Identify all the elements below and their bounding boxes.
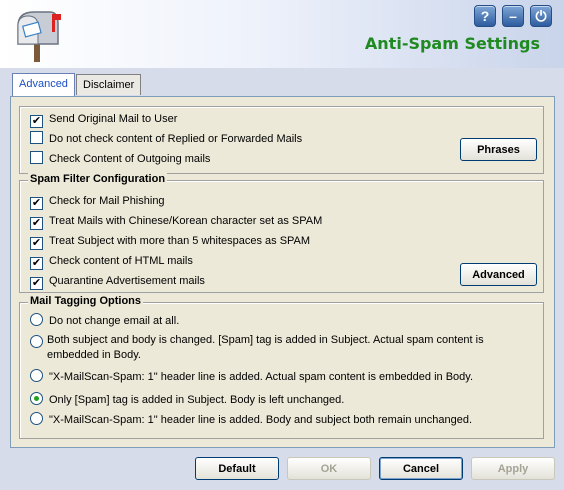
checkbox-box[interactable]: ✔ <box>30 237 43 250</box>
no-check-replied-checkbox[interactable]: Do not check content of Replied or Forwa… <box>30 131 302 147</box>
checkbox-box[interactable]: ✔ <box>30 257 43 270</box>
checkbox-box[interactable]: ✔ <box>30 277 43 290</box>
checkbox-box[interactable] <box>30 131 43 144</box>
check-outgoing-label: Check Content of Outgoing mails <box>49 153 211 165</box>
spam-filter-group: Spam Filter Configuration ✔ Check for Mai… <box>19 173 544 293</box>
radio-button[interactable] <box>30 392 43 405</box>
tab-advanced[interactable]: Advanced <box>12 73 75 96</box>
no-check-replied-label: Do not check content of Replied or Forwa… <box>49 133 303 145</box>
tag-option-label: "X-MailScan-Spam: 1" header line is adde… <box>49 414 473 426</box>
send-original-label: Send Original Mail to User <box>49 113 178 125</box>
ok-button[interactable]: OK <box>287 457 371 480</box>
check-outgoing-checkbox[interactable]: Check Content of Outgoing mails <box>30 151 210 167</box>
mail-tagging-group: Mail Tagging Options Do not change email… <box>19 295 544 439</box>
tag-option-label: "X-MailScan-Spam: 1" header line is adde… <box>49 371 474 383</box>
checkbox-box[interactable] <box>30 151 43 164</box>
quarantine-ads-label: Quarantine Advertisement mails <box>49 275 205 287</box>
chinese-korean-label: Treat Mails with Chinese/Korean characte… <box>49 215 323 227</box>
radio-button[interactable] <box>30 369 43 382</box>
general-options-group: ✔ Send Original Mail to User Do not check… <box>19 106 544 174</box>
whitespace-subject-checkbox[interactable]: ✔ Treat Subject with more than 5 whitespa… <box>30 233 311 250</box>
mail-tagging-title: Mail Tagging Options <box>28 295 144 307</box>
power-button[interactable]: ⏻ <box>530 5 552 27</box>
checkbox-box[interactable]: ✔ <box>30 115 43 128</box>
mailbox-logo-icon <box>17 11 61 62</box>
checkbox-box[interactable]: ✔ <box>30 197 43 210</box>
settings-panel: ✔ Send Original Mail to User Do not check… <box>10 96 555 448</box>
chinese-korean-checkbox[interactable]: ✔ Treat Mails with Chinese/Korean charact… <box>30 213 323 230</box>
tag-option-label: Both subject and body is changed. [Spam]… <box>47 334 484 361</box>
advanced-button[interactable]: Advanced <box>460 263 537 286</box>
check-phishing-label: Check for Mail Phishing <box>49 195 165 207</box>
html-content-checkbox[interactable]: ✔ Check content of HTML mails <box>30 253 193 270</box>
check-phishing-checkbox[interactable]: ✔ Check for Mail Phishing <box>30 193 165 210</box>
phrases-button[interactable]: Phrases <box>460 138 537 161</box>
help-button[interactable]: ? <box>474 5 496 27</box>
tag-option-subject-only[interactable]: Only [Spam] tag is added in Subject. Bod… <box>30 392 344 408</box>
spam-filter-title: Spam Filter Configuration <box>28 173 168 185</box>
checkbox-box[interactable]: ✔ <box>30 217 43 230</box>
default-button[interactable]: Default <box>195 457 279 480</box>
tag-option-header-only[interactable]: "X-MailScan-Spam: 1" header line is adde… <box>30 412 472 428</box>
minimize-button[interactable]: – <box>502 5 524 27</box>
cancel-button[interactable]: Cancel <box>379 457 463 480</box>
quarantine-ads-checkbox[interactable]: ✔ Quarantine Advertisement mails <box>30 273 205 290</box>
tag-option-label: Do not change email at all. <box>49 315 180 327</box>
radio-button[interactable] <box>30 313 43 326</box>
radio-button[interactable] <box>30 335 43 348</box>
send-original-checkbox[interactable]: ✔ Send Original Mail to User <box>30 111 178 128</box>
page-title: Anti-Spam Settings <box>364 34 540 53</box>
html-content-label: Check content of HTML mails <box>49 255 193 267</box>
header-bar: Anti-Spam Settings ? – ⏻ <box>0 0 564 68</box>
radio-button[interactable] <box>30 412 43 425</box>
apply-button[interactable]: Apply <box>471 457 555 480</box>
tag-option-no-change[interactable]: Do not change email at all. <box>30 313 179 329</box>
tab-disclaimer[interactable]: Disclaimer <box>76 74 142 95</box>
tag-option-subject-body[interactable]: Both subject and body is changed. [Spam]… <box>30 333 535 363</box>
tag-option-header-body[interactable]: "X-MailScan-Spam: 1" header line is adde… <box>30 369 473 385</box>
whitespace-subject-label: Treat Subject with more than 5 whitespac… <box>49 235 311 247</box>
tag-option-label: Only [Spam] tag is added in Subject. Bod… <box>49 394 345 406</box>
